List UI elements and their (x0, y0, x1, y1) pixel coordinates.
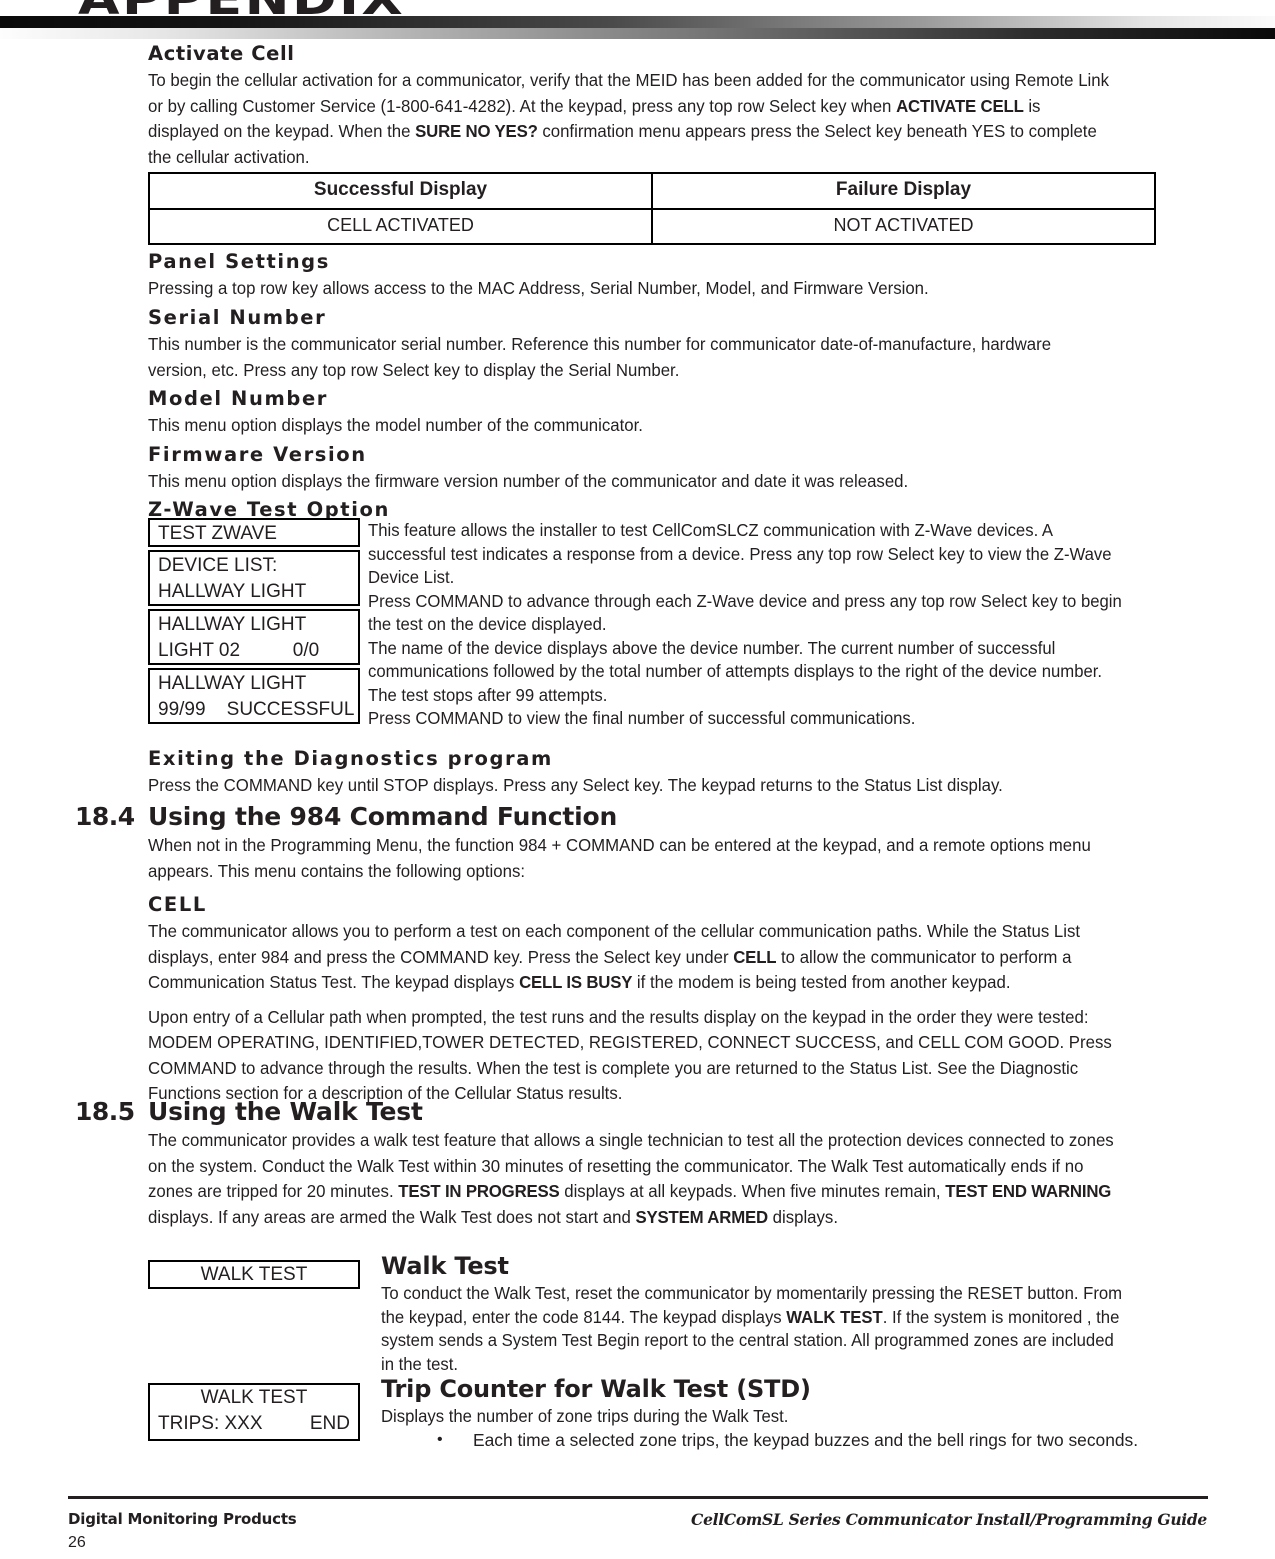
activate-cell-heading: Activate Cell (148, 42, 295, 65)
walk-test-description: Walk Test To conduct the Walk Test, rese… (381, 1252, 1161, 1376)
section-activate-cell: Activate Cell To begin the cellular acti… (148, 42, 1156, 179)
walk-test-paragraph: To conduct the Walk Test, reset the comm… (381, 1283, 1123, 1374)
keypad-line: TEST ZWAVE (158, 523, 277, 544)
zwave-paragraph-1: This feature allows the installer to tes… (368, 520, 1112, 587)
zwave-paragraph-4: Press COMMAND to view the final number o… (368, 708, 916, 728)
keypad-trips-label: TRIPS: XXX (158, 1413, 263, 1434)
table-row: CELL ACTIVATED NOT ACTIVATED (148, 208, 1156, 245)
keypad-line: WALK TEST (200, 1264, 308, 1285)
table-header-successful: Successful Display (148, 172, 653, 210)
section-18-4-intro: When not in the Programming Menu, the fu… (148, 835, 1091, 881)
panel-settings-paragraph: Pressing a top row key allows access to … (148, 278, 929, 298)
cell-subheading: CELL (148, 893, 207, 916)
activate-cell-paragraph: To begin the cellular activation for a c… (148, 70, 1110, 167)
firmware-version-heading: Firmware Version (148, 443, 367, 466)
header-rule-dark (0, 16, 1275, 28)
keypad-line: 99/99 SUCCESSFUL (158, 699, 355, 720)
walk-test-heading: Walk Test (381, 1252, 509, 1280)
model-number-paragraph: This menu option displays the model numb… (148, 415, 643, 435)
footer-divider (68, 1496, 1208, 1499)
table-cell-successful: CELL ACTIVATED (148, 208, 653, 245)
zwave-keypad-stack: TEST ZWAVE DEVICE LIST: HALLWAY LIGHT HA… (148, 518, 360, 727)
section-18-4-heading: Using the 984 Command Function (148, 802, 618, 831)
keypad-line: DEVICE LIST: (158, 555, 278, 576)
model-number-heading: Model Number (148, 387, 328, 410)
trip-counter-bullet-list: Each time a selected zone trips, the key… (381, 1428, 1161, 1453)
section-serial-number: Serial Number This number is the communi… (148, 306, 1156, 392)
section-18-5-intro: The communicator provides a walk test fe… (148, 1130, 1114, 1227)
display-result-table: Successful Display Failure Display CELL … (148, 172, 1156, 245)
keypad-line: HALLWAY LIGHT (158, 614, 307, 635)
keypad-display-device-list: DEVICE LIST: HALLWAY LIGHT (148, 550, 360, 606)
cell-results-paragraph: Upon entry of a Cellular path when promp… (148, 1006, 1112, 1104)
zwave-description: This feature allows the installer to tes… (368, 519, 1158, 731)
serial-number-paragraph: This number is the communicator serial n… (148, 334, 1052, 380)
exiting-diagnostics-heading: Exiting the Diagnostics program (148, 747, 553, 770)
table-cell-failure: NOT ACTIVATED (651, 208, 1156, 245)
keypad-line: HALLWAY LIGHT (158, 581, 307, 602)
display-result-table-wrap: Successful Display Failure Display CELL … (148, 166, 1156, 245)
section-18-5-heading: Using the Walk Test (148, 1097, 423, 1126)
keypad-display-walk-test: WALK TEST (148, 1260, 360, 1289)
keypad-line: TRIPS: XXX END (150, 1411, 358, 1437)
section-exiting-diagnostics: Exiting the Diagnostics program Press th… (148, 747, 1156, 808)
section-18-5: 18.5 Using the Walk Test The communicato… (75, 1097, 1160, 1239)
footer-page-number: 26 (68, 1534, 86, 1551)
page-header: APPENDIX (0, 0, 1275, 42)
panel-settings-heading: Panel Settings (148, 250, 330, 273)
section-panel-settings: Panel Settings Pressing a top row key al… (148, 250, 1156, 311)
exiting-diagnostics-paragraph: Press the COMMAND key until STOP display… (148, 775, 1003, 795)
trip-counter-description: Trip Counter for Walk Test (STD) Display… (381, 1375, 1161, 1452)
cell-paragraph: The communicator allows you to perform a… (148, 921, 1081, 992)
footer-guide-title: CellComSL Series Communicator Install/Pr… (691, 1510, 1207, 1529)
keypad-line: HALLWAY LIGHT (158, 673, 307, 694)
section-model-number: Model Number This menu option displays t… (148, 387, 1156, 448)
zwave-paragraph-2: Press COMMAND to advance through each Z-… (368, 590, 1122, 635)
section-18-4: 18.4 Using the 984 Command Function When… (75, 802, 1160, 1116)
keypad-line: LIGHT 02 0/0 (158, 640, 320, 661)
keypad-display-test-zwave: TEST ZWAVE (148, 518, 360, 547)
keypad-display-light-02: HALLWAY LIGHT LIGHT 02 0/0 (148, 609, 360, 665)
table-header-row: Successful Display Failure Display (148, 172, 1156, 210)
section-number-18-4: 18.4 (75, 802, 135, 831)
zwave-paragraph-3: The name of the device displays above th… (368, 637, 1103, 705)
table-header-failure: Failure Display (651, 172, 1156, 210)
serial-number-heading: Serial Number (148, 306, 327, 329)
section-number-18-5: 18.5 (75, 1097, 135, 1126)
firmware-version-paragraph: This menu option displays the firmware v… (148, 471, 909, 491)
keypad-display-successful: HALLWAY LIGHT 99/99 SUCCESSFUL (148, 668, 360, 724)
trip-counter-paragraph: Displays the number of zone trips during… (381, 1406, 789, 1426)
list-item: Each time a selected zone trips, the key… (437, 1428, 1161, 1453)
keypad-end-label: END (309, 1413, 350, 1434)
keypad-display-trip-counter: WALK TEST TRIPS: XXX END (148, 1383, 360, 1441)
trip-counter-heading: Trip Counter for Walk Test (STD) (381, 1375, 811, 1403)
footer-company: Digital Monitoring Products (68, 1510, 297, 1528)
keypad-line: WALK TEST (200, 1387, 308, 1408)
header-rule-light (0, 28, 1275, 39)
section-firmware-version: Firmware Version This menu option displa… (148, 443, 1156, 504)
